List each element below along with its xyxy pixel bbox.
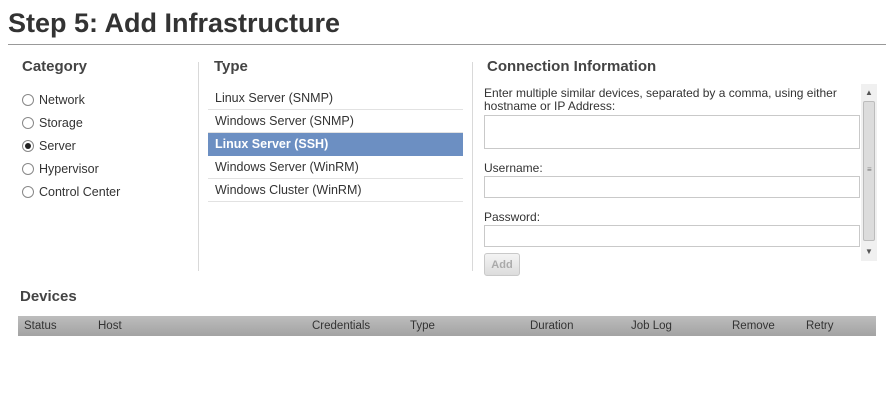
column-header-host[interactable]: Host (98, 320, 122, 332)
category-list: Network Storage Server Hypervisor Contro… (22, 88, 192, 203)
type-item-selected[interactable]: Linux Server (SSH) (208, 133, 463, 156)
grip-icon: ≡ (867, 165, 872, 174)
scroll-thumb[interactable]: ≡ (863, 101, 875, 241)
column-divider (198, 62, 199, 271)
type-list: Linux Server (SNMP) Windows Server (SNMP… (208, 87, 463, 202)
scroll-up-icon[interactable]: ▲ (861, 86, 877, 100)
type-header: Type (214, 58, 248, 75)
category-option-label: Network (39, 92, 85, 107)
connection-form: Enter multiple similar devices, separate… (484, 87, 860, 276)
category-option-server[interactable]: Server (22, 134, 192, 157)
devices-table-header: Status Host Credentials Type Duration Jo… (18, 316, 876, 336)
column-header-remove[interactable]: Remove (732, 320, 775, 332)
title-divider (8, 44, 886, 45)
radio-icon[interactable] (22, 93, 34, 106)
category-option-label: Server (39, 138, 76, 153)
page-title: Step 5: Add Infrastructure (8, 8, 341, 38)
category-option-label: Hypervisor (39, 161, 99, 176)
username-label: Username: (484, 161, 543, 175)
connection-header: Connection Information (487, 58, 657, 75)
hosts-description: Enter multiple similar devices, separate… (484, 86, 837, 113)
devices-title: Devices (20, 288, 77, 305)
radio-checked-icon[interactable] (22, 139, 34, 152)
type-item[interactable]: Windows Server (WinRM) (208, 156, 463, 179)
column-divider (472, 62, 473, 271)
scroll-down-icon[interactable]: ▼ (861, 245, 877, 259)
column-header-type[interactable]: Type (410, 320, 435, 332)
connection-scrollbar[interactable]: ▲ ≡ ▼ (861, 84, 877, 261)
password-input[interactable] (484, 225, 860, 247)
category-option-network[interactable]: Network (22, 88, 192, 111)
column-header-retry[interactable]: Retry (806, 320, 833, 332)
password-label: Password: (484, 210, 541, 224)
radio-icon[interactable] (22, 162, 34, 175)
column-header-credentials[interactable]: Credentials (312, 320, 370, 332)
type-item[interactable]: Windows Cluster (WinRM) (208, 179, 463, 202)
type-item[interactable]: Linux Server (SNMP) (208, 87, 463, 110)
radio-icon[interactable] (22, 185, 34, 198)
column-header-job-log[interactable]: Job Log (631, 320, 672, 332)
type-item[interactable]: Windows Server (SNMP) (208, 110, 463, 133)
category-option-label: Storage (39, 115, 83, 130)
add-button[interactable]: Add (484, 253, 520, 276)
category-option-hypervisor[interactable]: Hypervisor (22, 157, 192, 180)
hosts-input[interactable] (484, 115, 860, 149)
category-header: Category (22, 58, 88, 75)
radio-icon[interactable] (22, 116, 34, 129)
category-option-label: Control Center (39, 184, 121, 199)
category-option-control-center[interactable]: Control Center (22, 180, 192, 203)
category-option-storage[interactable]: Storage (22, 111, 192, 134)
column-header-duration[interactable]: Duration (530, 320, 573, 332)
username-input[interactable] (484, 176, 860, 198)
column-header-status[interactable]: Status (24, 320, 57, 332)
